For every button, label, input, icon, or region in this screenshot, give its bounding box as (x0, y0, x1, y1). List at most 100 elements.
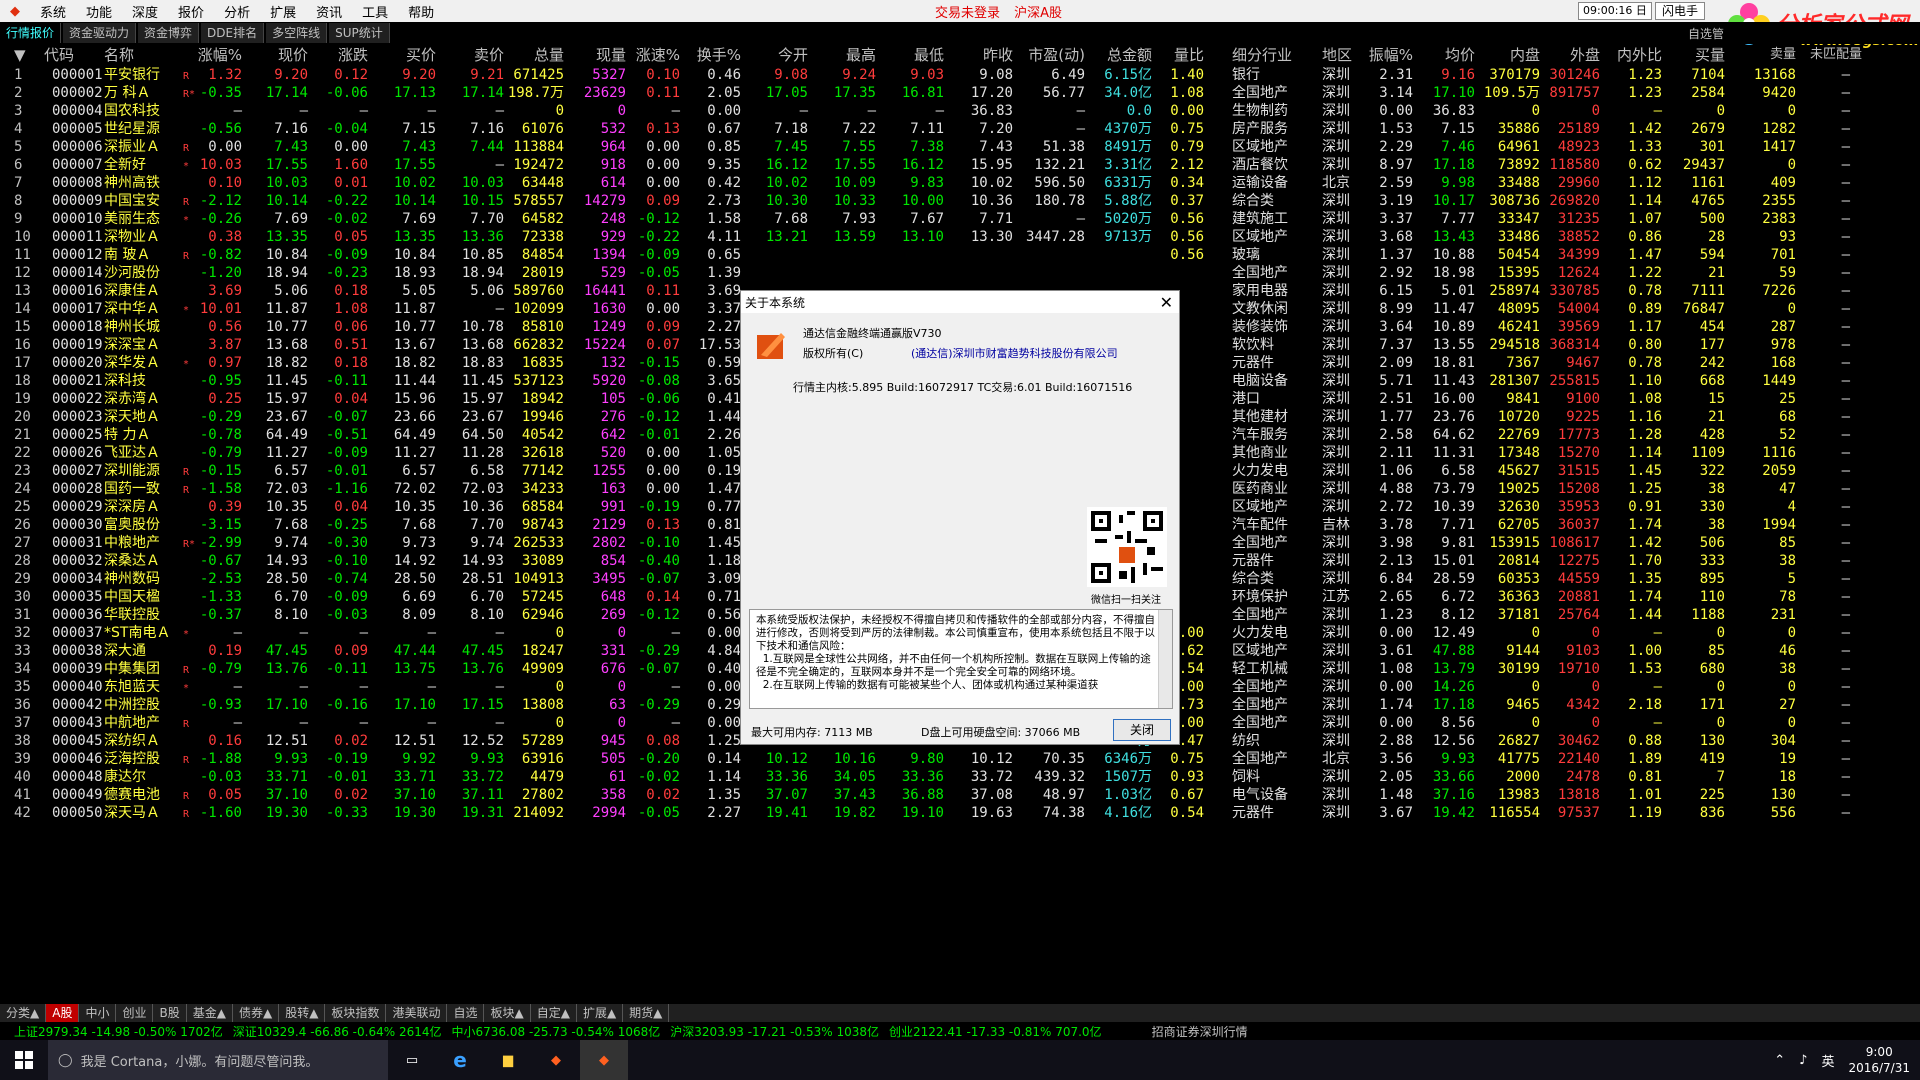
tdx-app-icon[interactable]: ◆ (532, 1040, 580, 1080)
header-expand-icon[interactable]: ▼ (14, 44, 26, 66)
column-header-5[interactable]: 买价 (372, 44, 436, 66)
cell-24: 1.19 (1628, 805, 1662, 821)
copyright-label: 版权所有(C) (803, 347, 864, 360)
index-quote-4[interactable]: 创业2122.41 -17.33 -0.81% 707.0亿 (889, 1023, 1102, 1040)
column-header-7[interactable]: 总量 (494, 44, 564, 66)
menu-item-0[interactable]: 系统 (30, 2, 76, 21)
market-tab-3[interactable]: 创业 (116, 1004, 154, 1022)
market-tab-1[interactable]: A股 (46, 1004, 80, 1022)
tray-up-arrow-icon[interactable]: ⌃ (1774, 1053, 1785, 1068)
column-header-8[interactable]: 现量 (566, 44, 626, 66)
market-tab-8[interactable]: 板块指数 (325, 1004, 387, 1022)
column-header-9[interactable]: 涨速% (624, 44, 680, 66)
market-tab-5[interactable]: 基金▲ (187, 1004, 233, 1022)
task-view-icon[interactable]: ▭ (388, 1040, 436, 1080)
file-explorer-icon[interactable]: ▆ (484, 1040, 532, 1080)
column-header-15[interactable]: 市盈(动) (1015, 44, 1085, 66)
edge-browser-icon[interactable]: e (436, 1040, 484, 1080)
column-header-11[interactable]: 今开 (746, 44, 808, 66)
subtab-3[interactable]: DDE排名 (201, 23, 265, 43)
column-header-23[interactable]: 外盘 (1530, 44, 1600, 66)
column-header-10[interactable]: 换手% (685, 44, 741, 66)
index-quote-3[interactable]: 沪深3203.93 -17.21 -0.53% 1038亿 (670, 1023, 879, 1040)
subtab-5[interactable]: SUP统计 (329, 23, 390, 43)
market-tab-14[interactable]: 期货▲ (623, 1004, 670, 1022)
cell-18: 元器件 (1232, 805, 1274, 821)
market-tab-13[interactable]: 扩展▲ (577, 1004, 624, 1022)
market-tab-10[interactable]: 自选 (447, 1004, 485, 1022)
close-icon[interactable]: ✕ (1160, 293, 1173, 312)
menu-item-8[interactable]: 帮助 (398, 2, 444, 21)
flash-trade-button[interactable]: 闪电手 (1655, 2, 1706, 20)
column-header-17[interactable]: 量比 (1154, 44, 1204, 66)
cell-25: 836 (1699, 805, 1725, 821)
cortana-icon: ◯ (58, 1052, 73, 1068)
index-quote-1[interactable]: 深证10329.4 -66.86 -0.64% 2614亿 (233, 1023, 442, 1040)
menu-item-1[interactable]: 功能 (76, 2, 122, 21)
cell-12: 19.82 (833, 805, 876, 821)
market-label: 沪深A股 (1014, 5, 1063, 21)
column-header-4[interactable]: 涨跌 (312, 44, 368, 66)
market-tab-4[interactable]: B股 (153, 1004, 187, 1022)
index-quote-5[interactable]: 招商证券深圳行情 (1152, 1023, 1248, 1040)
license-scrollbar[interactable] (1158, 610, 1172, 708)
menu-item-5[interactable]: 扩展 (260, 2, 306, 21)
column-header-27[interactable]: 未匹配量 (1810, 44, 1862, 66)
market-tab-9[interactable]: 港美联动 (386, 1004, 448, 1022)
subtab-0[interactable]: 行情报价 (0, 23, 62, 43)
taskbar-clock[interactable]: 9:00 2016/7/31 (1848, 1044, 1910, 1076)
column-header-1[interactable]: 名称 (104, 44, 134, 66)
table-row[interactable]: 42 000050 深天马Ａ -1.60 19.30 -0.33 19.30 19.31 214… (0, 804, 1920, 822)
subtab-1[interactable]: 资金驱动力 (63, 23, 137, 43)
license-textbox[interactable]: 本系统受版权法保护，未经授权不得擅自拷贝和传播软件的全部或部分内容，不得擅自进行… (749, 609, 1173, 709)
login-status[interactable]: 交易未登录 (935, 6, 1000, 21)
market-tab-12[interactable]: 自定▲ (531, 1004, 577, 1022)
cell-0: 000050 (52, 805, 103, 821)
cell-5: 19.30 (393, 805, 436, 821)
index-quote-0[interactable]: 上证2979.34 -14.98 -0.50% 1702亿 (14, 1023, 223, 1040)
tdx-app-active-icon[interactable]: ◆ (580, 1040, 628, 1080)
column-header-0[interactable]: 代码 (44, 44, 74, 66)
company-link[interactable]: (通达信)深圳市财富趋势科技股份有限公司 (911, 345, 1118, 361)
volume-icon[interactable]: ♪ (1799, 1053, 1807, 1068)
subtab-2[interactable]: 资金博弈 (138, 23, 200, 43)
menu-item-2[interactable]: 深度 (122, 2, 168, 21)
column-header-13[interactable]: 最低 (882, 44, 944, 66)
column-header-14[interactable]: 昨收 (951, 44, 1013, 66)
subtab-4[interactable]: 多空阵线 (266, 23, 328, 43)
market-tab-11[interactable]: 板块▲ (484, 1004, 531, 1022)
menu-item-4[interactable]: 分析 (214, 2, 260, 21)
cell-16: 4.16亿 (1104, 805, 1152, 821)
cell-13: 19.10 (901, 805, 944, 821)
market-tab-0[interactable]: 分类▲ (0, 1004, 47, 1022)
market-tab-6[interactable]: 债券▲ (233, 1004, 280, 1022)
column-header-16[interactable]: 总金额 (1082, 44, 1152, 66)
cell-17: 0.54 (1170, 805, 1204, 821)
cortana-search-input[interactable]: ◯ 我是 Cortana，小娜。有问题尽管问我。 (48, 1040, 388, 1080)
quote-table-header: ▼ 代码 名称 涨幅% 现价 涨跌 买价 卖价 总量 现量 涨速% 换手% 今开 最高 最低 昨收 市盈(动) 总… (0, 44, 1920, 66)
clock: 09:00:16 日 (1578, 2, 1652, 20)
cell-23: 97537 (1557, 805, 1600, 821)
market-tab-2[interactable]: 中小 (79, 1004, 117, 1022)
menu-item-6[interactable]: 资讯 (306, 2, 352, 21)
column-header-24[interactable]: 内外比 (1606, 44, 1662, 66)
index-quote-2[interactable]: 中小6736.08 -25.73 -0.54% 1068亿 (452, 1023, 661, 1040)
column-header-18[interactable]: 细分行业 (1232, 44, 1292, 66)
menu-item-7[interactable]: 工具 (352, 2, 398, 21)
column-header-2[interactable]: 涨幅% (172, 44, 242, 66)
self-pick-manager[interactable]: 自选管 (1688, 25, 1724, 42)
column-header-20[interactable]: 振幅% (1357, 44, 1413, 66)
language-indicator[interactable]: 英 (1821, 1051, 1834, 1070)
column-header-25[interactable]: 买量 (1669, 44, 1725, 66)
dialog-titlebar: 关于本系统 ✕ (741, 291, 1179, 313)
column-header-21[interactable]: 均价 (1419, 44, 1475, 66)
windows-start-icon[interactable] (0, 1040, 48, 1080)
close-button[interactable]: 关闭 (1113, 719, 1171, 741)
menu-item-3[interactable]: 报价 (168, 2, 214, 21)
cell-4: -0.33 (325, 805, 368, 821)
column-header-26[interactable]: 卖量 (1736, 44, 1796, 66)
market-tab-7[interactable]: 股转▲ (279, 1004, 326, 1022)
column-header-19[interactable]: 地区 (1322, 44, 1352, 66)
column-header-12[interactable]: 最高 (814, 44, 876, 66)
column-header-3[interactable]: 现价 (248, 44, 308, 66)
